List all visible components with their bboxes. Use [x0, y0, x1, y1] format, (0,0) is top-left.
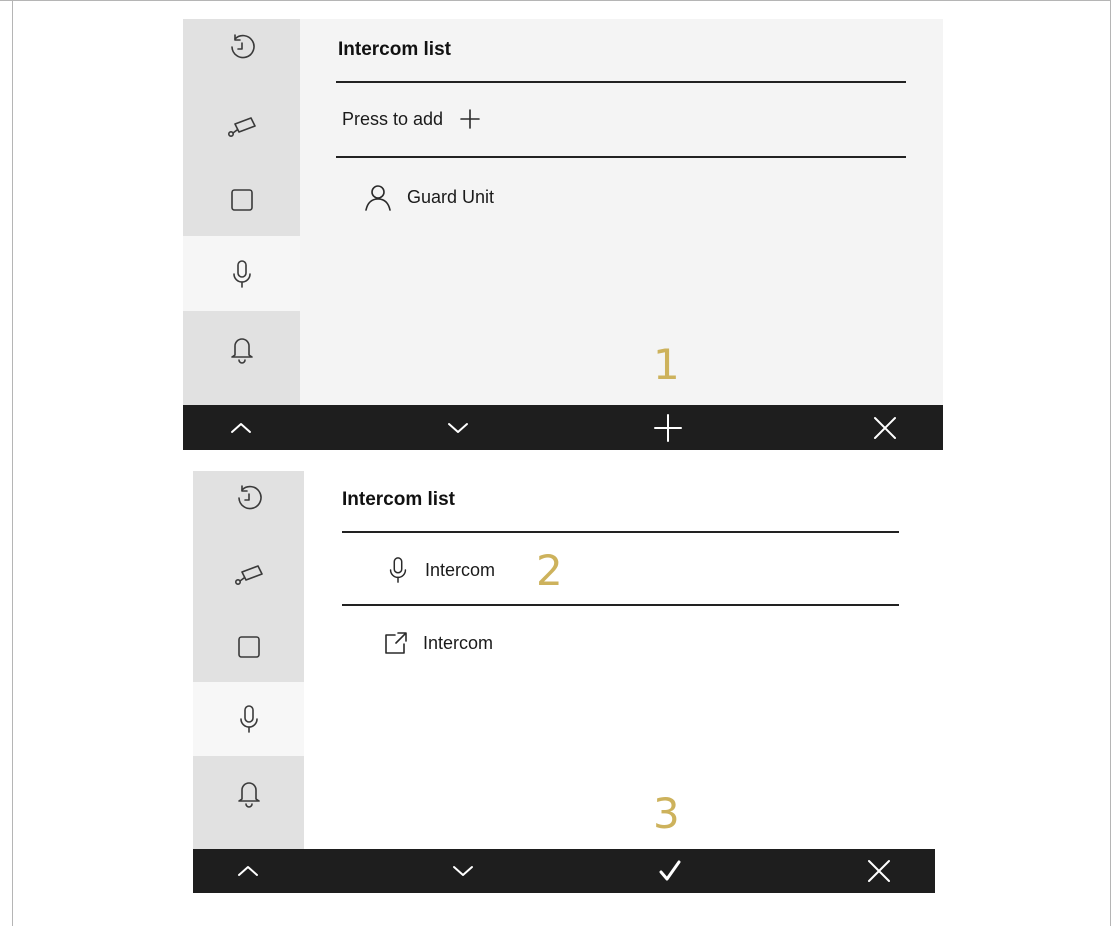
- list-item-intercom-external[interactable]: Intercom: [381, 629, 493, 657]
- sidebar-item-camera[interactable]: [183, 89, 300, 161]
- step-marker-2: 2: [536, 546, 563, 595]
- divider: [342, 531, 899, 533]
- step-marker-1: 1: [653, 340, 680, 389]
- history-icon: [230, 34, 255, 59]
- divider: [336, 81, 906, 83]
- chevron-down-icon: [448, 422, 468, 433]
- press-to-add-label: Press to add: [342, 108, 444, 129]
- chevron-up-icon: [238, 866, 258, 876]
- sidebar-item-notifications[interactable]: [193, 756, 304, 830]
- scroll-up-button[interactable]: [211, 405, 271, 450]
- camera-icon: [234, 565, 263, 585]
- microphone-icon: [232, 259, 251, 288]
- sidebar: [183, 19, 300, 405]
- list-item-label: Guard Unit: [407, 186, 495, 207]
- sidebar-item-panel[interactable]: [183, 164, 300, 236]
- frame-border-top: [0, 0, 1111, 1]
- close-icon: [874, 416, 896, 439]
- bell-icon: [230, 337, 253, 364]
- scroll-up-button[interactable]: [218, 849, 278, 893]
- sidebar-item-panel[interactable]: [193, 611, 304, 683]
- microphone-icon: [239, 705, 258, 733]
- press-to-add-row[interactable]: Press to add: [342, 108, 481, 130]
- step-marker-3: 3: [653, 789, 680, 838]
- plus-icon: [459, 108, 481, 130]
- chevron-up-icon: [231, 422, 251, 433]
- close-button[interactable]: [855, 405, 915, 450]
- checkmark-icon: [659, 860, 681, 881]
- add-button[interactable]: [638, 405, 698, 450]
- scroll-down-button[interactable]: [433, 849, 493, 893]
- list-item-label: Intercom: [423, 632, 494, 653]
- microphone-icon: [385, 555, 411, 585]
- sidebar-item-camera[interactable]: [193, 537, 304, 609]
- bottom-toolbar: [193, 849, 935, 893]
- divider: [342, 604, 899, 606]
- square-icon: [237, 636, 260, 658]
- page-title: Intercom list: [338, 39, 451, 60]
- sidebar-item-history[interactable]: [193, 471, 304, 527]
- divider: [336, 156, 906, 158]
- sidebar-item-intercom[interactable]: [183, 236, 300, 311]
- list-item-intercom-selected[interactable]: Intercom: [385, 555, 495, 585]
- chevron-down-icon: [453, 866, 473, 876]
- close-button[interactable]: [849, 849, 909, 893]
- list-item-label: Intercom: [425, 559, 496, 580]
- history-icon: [237, 485, 262, 510]
- scroll-down-button[interactable]: [428, 405, 488, 450]
- external-link-icon: [381, 629, 409, 657]
- intercom-screen-2: Intercom list Intercom 2 Intercom 3: [193, 471, 935, 893]
- close-icon: [868, 860, 890, 882]
- camera-icon: [227, 117, 256, 137]
- bottom-toolbar: [183, 405, 943, 450]
- page-title: Intercom list: [342, 489, 455, 510]
- list-item[interactable]: Guard Unit: [363, 182, 494, 212]
- confirm-button[interactable]: [640, 849, 700, 893]
- sidebar-item-notifications[interactable]: [183, 311, 300, 386]
- plus-icon: [654, 413, 682, 442]
- bell-icon: [237, 782, 260, 808]
- sidebar: [193, 471, 304, 849]
- sidebar-item-history[interactable]: [183, 19, 300, 77]
- user-icon: [363, 182, 393, 212]
- square-icon: [230, 189, 253, 211]
- intercom-screen-1: Intercom list Press to add Guard Unit 1: [183, 19, 943, 450]
- frame-border-left: [12, 0, 13, 926]
- sidebar-item-intercom[interactable]: [193, 682, 304, 756]
